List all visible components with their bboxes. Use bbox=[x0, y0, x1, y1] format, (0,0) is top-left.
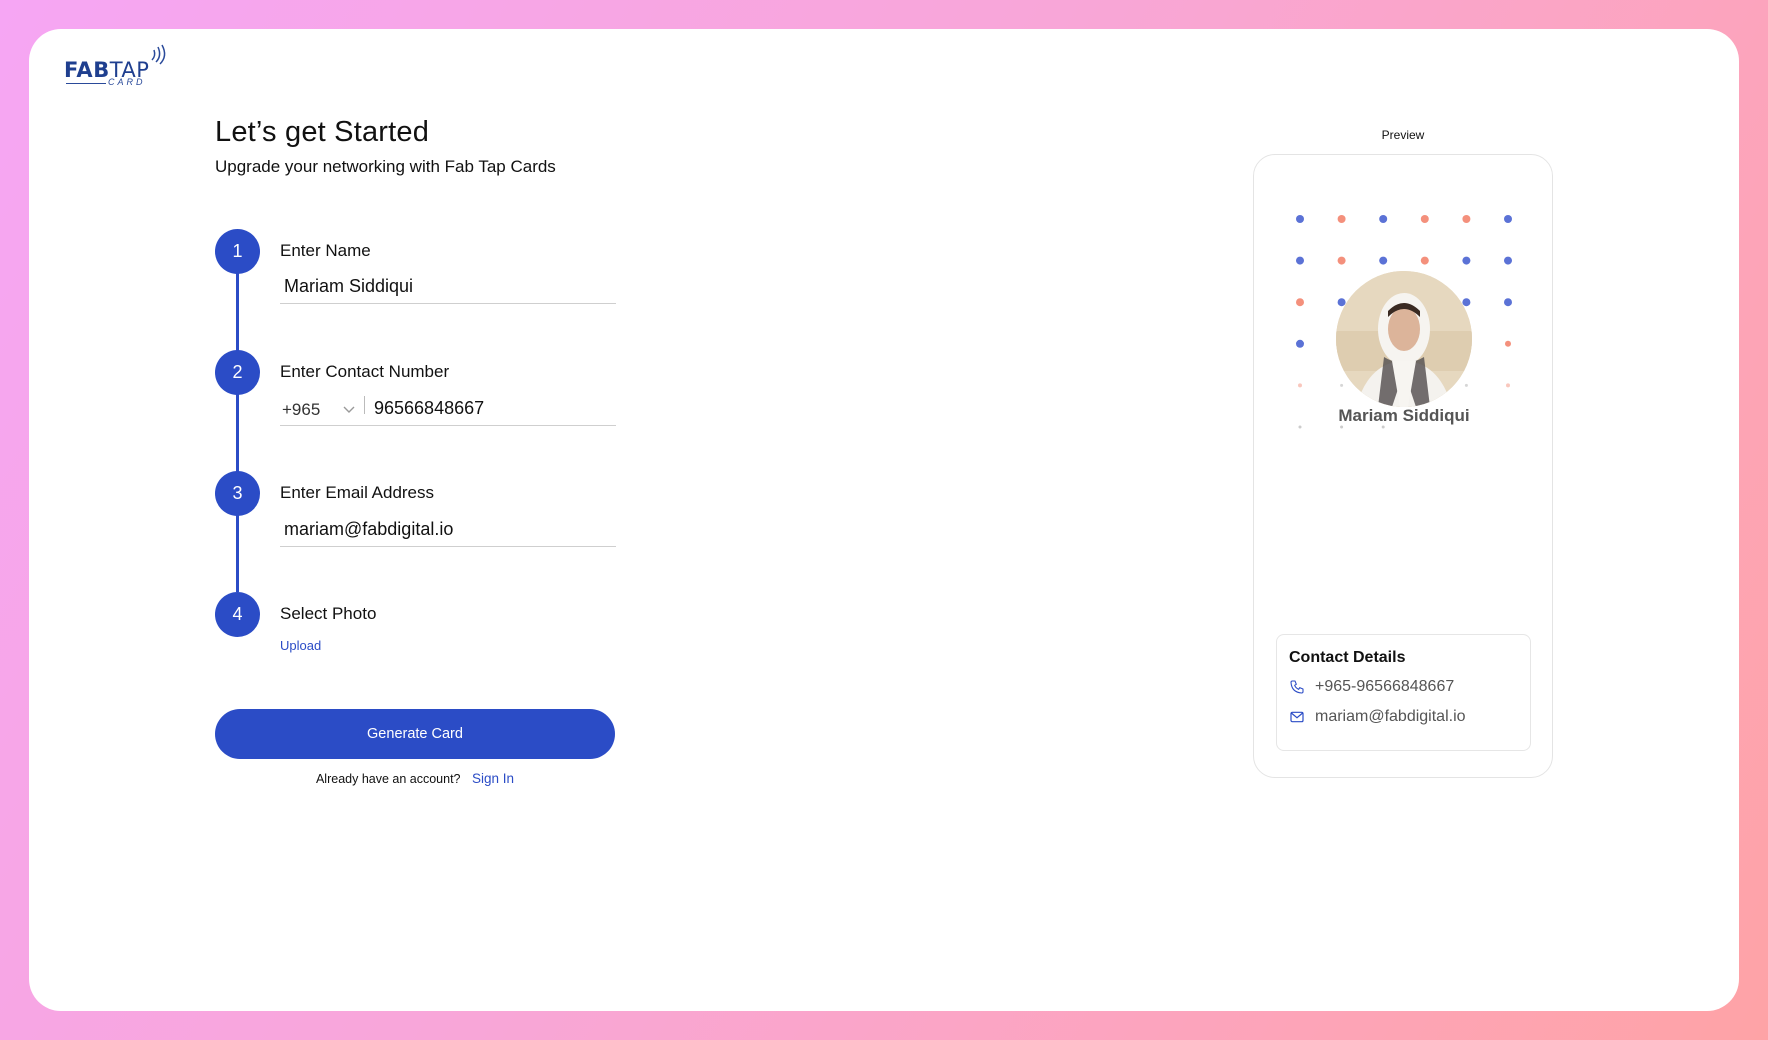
phone-field: +965 bbox=[280, 392, 616, 426]
generate-card-button[interactable]: Generate Card bbox=[215, 709, 615, 759]
pattern-dot bbox=[1379, 215, 1388, 223]
account-prompt-text: Already have an account? bbox=[315, 772, 461, 786]
pattern-dot bbox=[1298, 383, 1302, 388]
chevron-down-icon[interactable] bbox=[342, 402, 356, 416]
contact-details-box: Contact Details +965-96566848667 mariam@… bbox=[1276, 634, 1531, 751]
pattern-dot bbox=[1340, 383, 1344, 387]
contact-email-row: mariam@fabdigital.io bbox=[1289, 708, 1466, 726]
pattern-dot bbox=[1296, 298, 1304, 307]
fabtap-logo[interactable]: FABTAP CARD bbox=[64, 44, 174, 94]
logo-subtext: CARD bbox=[108, 77, 146, 87]
upload-photo-link[interactable]: Upload bbox=[280, 638, 321, 653]
card-preview: Mariam Siddiqui Contact Details +965-965… bbox=[1253, 154, 1553, 778]
pattern-dot bbox=[1379, 256, 1388, 265]
pattern-dot bbox=[1506, 383, 1510, 388]
pattern-dot bbox=[1337, 215, 1346, 223]
email-label: Enter Email Address bbox=[280, 483, 435, 502]
pattern-dot bbox=[1504, 298, 1512, 307]
pattern-dot bbox=[1296, 215, 1304, 223]
profile-photo bbox=[1336, 271, 1472, 407]
step-1-badge: 1 bbox=[215, 229, 260, 274]
logo-underline bbox=[66, 83, 106, 84]
country-code-divider bbox=[364, 396, 365, 414]
pattern-dot bbox=[1504, 256, 1512, 265]
card-name: Mariam Siddiqui bbox=[1338, 406, 1470, 425]
step-3-badge: 3 bbox=[215, 471, 260, 516]
contact-phone: +965-96566848667 bbox=[1315, 678, 1455, 695]
phone-icon bbox=[1290, 680, 1304, 694]
contact-phone-row: +965-96566848667 bbox=[1289, 678, 1454, 696]
page-title: Let’s get Started bbox=[215, 116, 430, 148]
pattern-dot bbox=[1462, 256, 1471, 265]
profile-photo-illustration bbox=[1336, 271, 1472, 407]
signin-prompt: Already have an account? Sign In bbox=[215, 771, 615, 786]
page-subtitle: Upgrade your networking with Fab Tap Car… bbox=[215, 157, 556, 176]
pattern-dot bbox=[1420, 256, 1429, 265]
preview-label: Preview bbox=[1381, 128, 1425, 142]
name-input[interactable] bbox=[280, 270, 616, 304]
contact-email: mariam@fabdigital.io bbox=[1315, 708, 1466, 725]
pattern-dot bbox=[1337, 256, 1346, 265]
pattern-dot bbox=[1420, 215, 1429, 223]
phone-input[interactable] bbox=[374, 392, 614, 424]
name-label: Enter Name bbox=[280, 241, 371, 260]
sign-in-link[interactable]: Sign In bbox=[472, 771, 514, 786]
email-input[interactable] bbox=[280, 513, 616, 547]
photo-label: Select Photo bbox=[280, 604, 377, 623]
pattern-dot bbox=[1505, 340, 1511, 347]
contact-details-title: Contact Details bbox=[1289, 649, 1406, 666]
contact-number-label: Enter Contact Number bbox=[280, 362, 450, 381]
pattern-dot bbox=[1504, 215, 1512, 223]
country-code-select[interactable]: +965 bbox=[282, 400, 320, 420]
pattern-dot bbox=[1296, 256, 1304, 265]
mail-icon bbox=[1290, 711, 1304, 723]
step-2-badge: 2 bbox=[215, 350, 260, 395]
pattern-dot bbox=[1462, 298, 1471, 307]
pattern-dot bbox=[1464, 383, 1468, 387]
nfc-waves-icon bbox=[151, 44, 166, 65]
pattern-dot bbox=[1462, 215, 1471, 223]
pattern-dot bbox=[1296, 339, 1304, 348]
step-4-badge: 4 bbox=[215, 592, 260, 637]
